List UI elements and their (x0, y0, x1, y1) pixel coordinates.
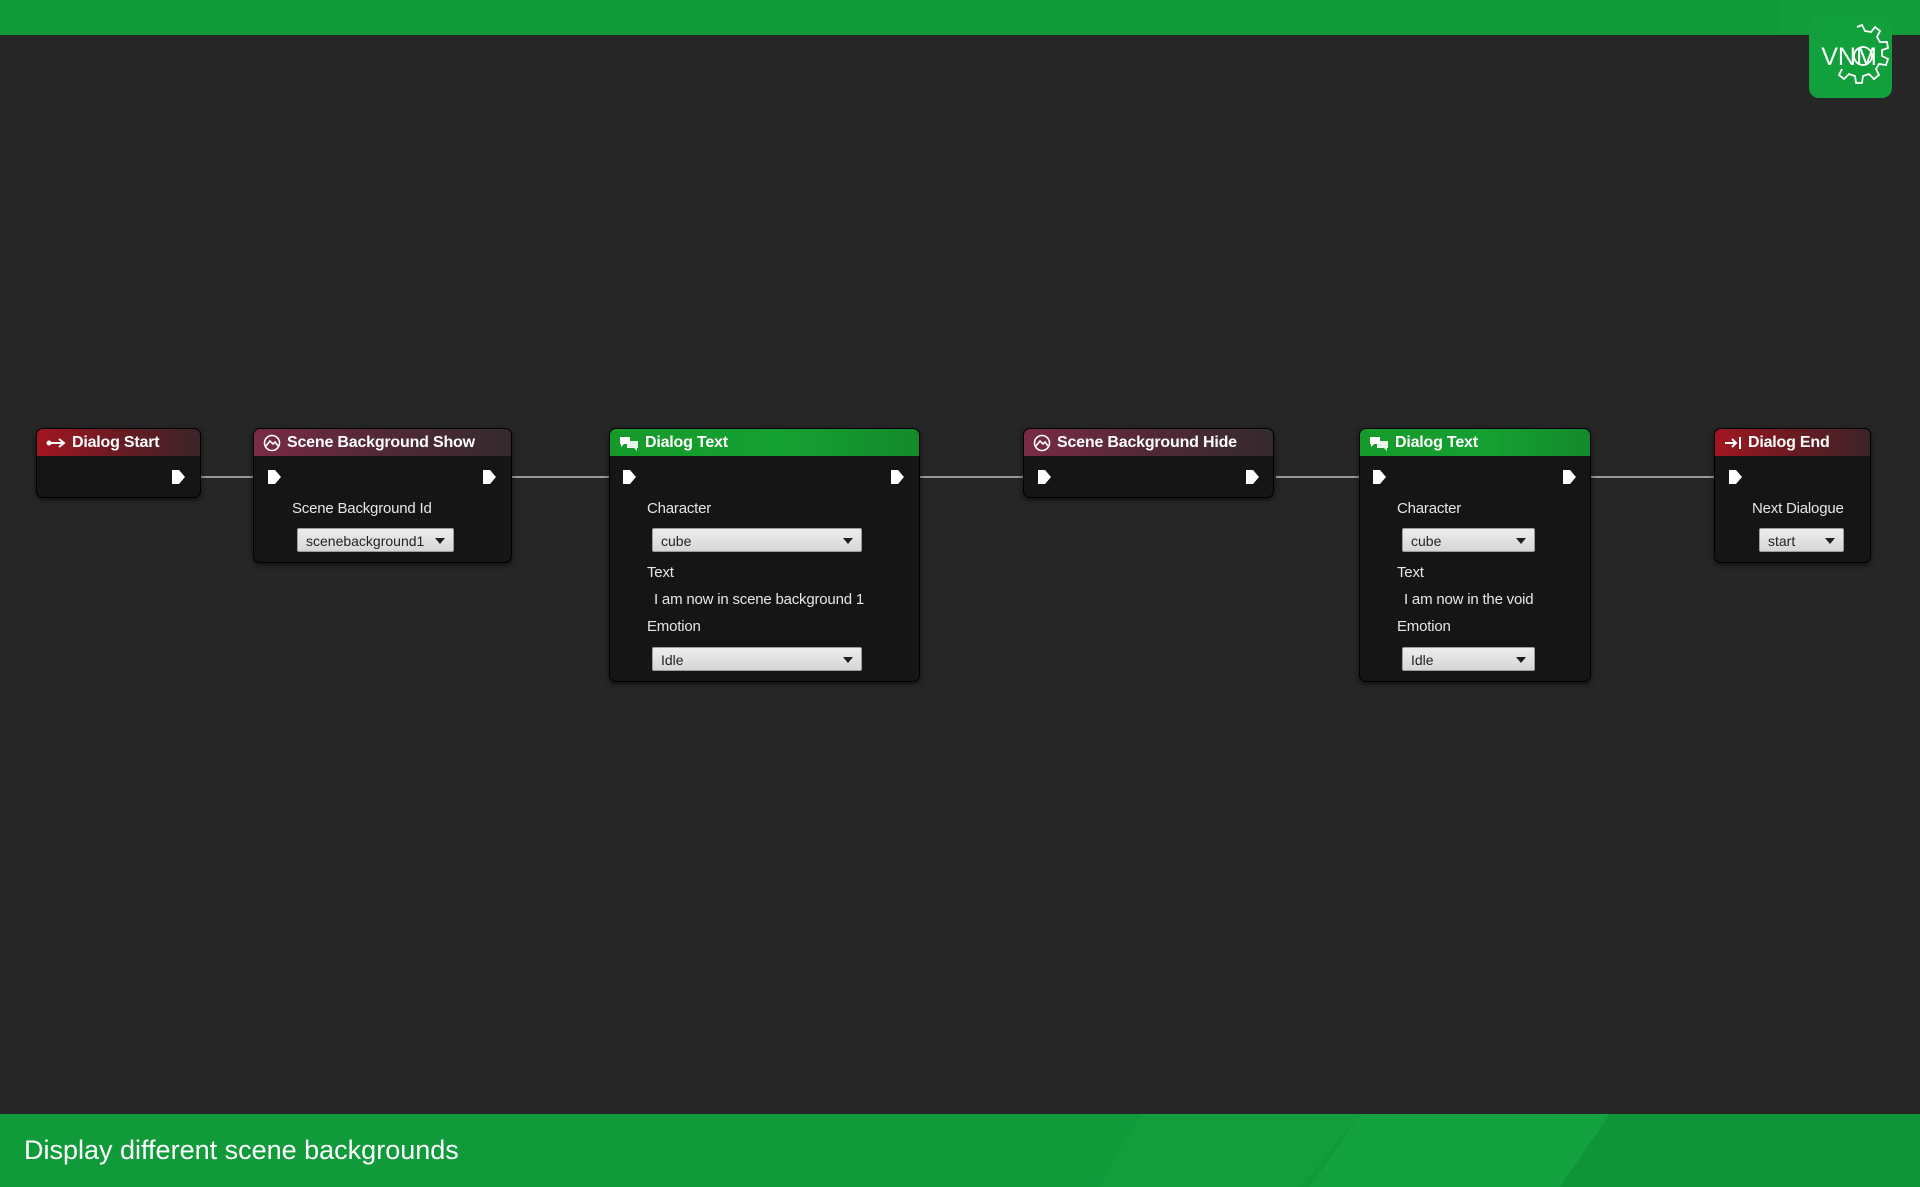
exec-output-pin[interactable] (170, 469, 186, 485)
gear-logo-icon: VNM (1821, 23, 1890, 84)
node-header: Dialog Text (1360, 429, 1590, 456)
text-value[interactable]: I am now in the void (1404, 591, 1534, 608)
top-bar (0, 0, 1920, 35)
chevron-down-icon (435, 538, 445, 544)
node-header: Dialog Text (610, 429, 919, 456)
emotion-dropdown[interactable]: Idle (652, 647, 862, 671)
node-title: Scene Background Show (287, 433, 475, 451)
text-label: Text (647, 564, 674, 581)
chevron-down-icon (843, 538, 853, 544)
exec-input-pin[interactable] (621, 469, 637, 485)
emotion-label: Emotion (1397, 618, 1451, 635)
logo-text: VNM (1821, 43, 1877, 71)
character-dropdown[interactable]: cube (652, 528, 862, 552)
scene-background-icon (263, 434, 281, 452)
dropdown-value: cube (661, 533, 692, 549)
text-value[interactable]: I am now in scene background 1 (654, 591, 864, 608)
exec-input-pin[interactable] (1036, 469, 1052, 485)
exec-output-pin[interactable] (481, 469, 497, 485)
exec-output-pin[interactable] (1561, 469, 1577, 485)
exec-input-pin[interactable] (1371, 469, 1387, 485)
emotion-dropdown[interactable]: Idle (1402, 647, 1535, 671)
exec-output-pin[interactable] (1244, 469, 1260, 485)
next-dialogue-dropdown[interactable]: start (1759, 528, 1844, 552)
scene-background-id-label: Scene Background Id (292, 500, 432, 517)
chevron-down-icon (843, 657, 853, 663)
node-header: Scene Background Hide (1024, 429, 1273, 456)
chevron-down-icon (1516, 657, 1526, 663)
bottom-bar: Display different scene backgrounds (0, 1114, 1920, 1187)
caption: Display different scene backgrounds (24, 1135, 459, 1165)
node-header: Scene Background Show (254, 429, 511, 456)
node-header: Dialog Start (37, 429, 200, 456)
node-title: Dialog Start (72, 433, 160, 451)
character-label: Character (1397, 500, 1462, 517)
emotion-label: Emotion (647, 618, 701, 635)
scene-background-id-dropdown[interactable]: scenebackground1 (297, 528, 454, 552)
node-title: Dialog End (1748, 433, 1830, 451)
wire (1578, 476, 1728, 478)
node-header: Dialog End (1715, 429, 1870, 456)
exec-input-pin[interactable] (1727, 469, 1743, 485)
vnm-logo: VNM (1809, 15, 1892, 98)
dialog-text-node[interactable]: Dialog Text (1359, 428, 1591, 682)
chevron-down-icon (1516, 538, 1526, 544)
next-dialogue-label: Next Dialogue (1752, 500, 1844, 517)
scene-background-hide-node[interactable]: Scene Background Hide (1023, 428, 1274, 498)
speech-bubbles-icon (619, 435, 639, 451)
node-title: Dialog Text (1395, 433, 1478, 451)
exec-input-pin[interactable] (266, 469, 282, 485)
character-dropdown[interactable]: cube (1402, 528, 1535, 552)
character-label: Character (647, 500, 712, 517)
node-title: Dialog Text (645, 433, 728, 451)
arrow-to-bar-icon (1724, 436, 1742, 449)
wire (496, 476, 620, 478)
text-label: Text (1397, 564, 1424, 581)
dropdown-value: scenebackground1 (306, 533, 425, 549)
dropdown-value: Idle (661, 652, 684, 668)
arrow-right-icon (46, 437, 66, 449)
exec-output-pin[interactable] (889, 469, 905, 485)
chevron-down-icon (1825, 538, 1835, 544)
dialog-start-node[interactable]: Dialog Start (36, 428, 201, 498)
node-title: Scene Background Hide (1057, 433, 1237, 451)
speech-bubbles-icon (1369, 435, 1389, 451)
scene-background-icon (1033, 434, 1051, 452)
dialog-text-node[interactable]: Dialog Text (609, 428, 920, 682)
